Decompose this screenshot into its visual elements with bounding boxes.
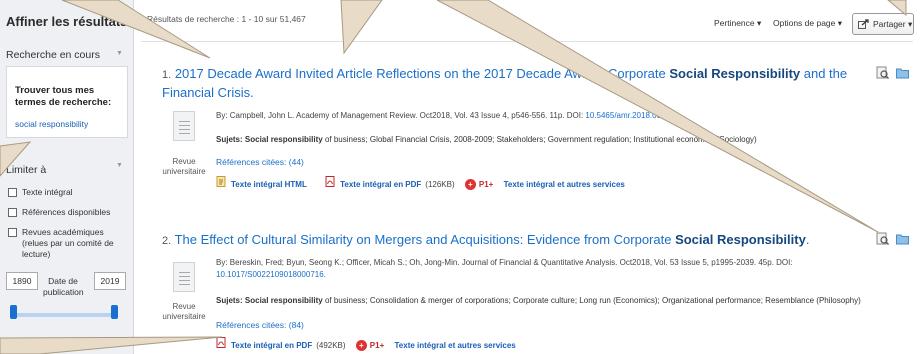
date-slider-min-handle[interactable] bbox=[10, 305, 17, 319]
limit-fulltext-checkbox[interactable] bbox=[8, 188, 17, 197]
sidebar-title: Affiner les résultats bbox=[6, 14, 128, 29]
result-2-doi-link[interactable]: 10.1017/S0022109018000716. bbox=[216, 270, 326, 279]
result-1-subjects-label: Sujets: bbox=[216, 135, 243, 144]
pdf-icon bbox=[325, 176, 335, 187]
result-2-refs-link[interactable]: Références citées: (84) bbox=[216, 320, 304, 330]
current-search-heading[interactable]: Recherche en cours bbox=[6, 49, 100, 61]
result-1-number: 1. bbox=[162, 69, 172, 81]
result-1-refs-link[interactable]: Références citées: (44) bbox=[216, 157, 304, 167]
result-2-title[interactable]: 2. The Effect of Cultural Similarity on … bbox=[162, 231, 857, 250]
result-2-title-pre[interactable]: The Effect of Cultural Similarity on Mer… bbox=[175, 232, 675, 247]
date-to-input[interactable]: 2019 bbox=[94, 272, 126, 290]
limit-peer-reviewed-checkbox[interactable] bbox=[8, 228, 17, 237]
result-2-subjects: Sujets: Social responsibility of busines… bbox=[216, 296, 896, 305]
result-1-title-pre[interactable]: 2017 Decade Award Invited Article Reflec… bbox=[175, 66, 670, 81]
result-2-p1-link[interactable]: P1+ bbox=[370, 341, 384, 350]
results-count: Résultats de recherche : 1 - 10 sur 51,4… bbox=[147, 14, 306, 24]
current-search-box: Trouver tous mes termes de recherche: so… bbox=[6, 66, 128, 138]
result-2-more-services-link[interactable]: Texte intégral et autres services bbox=[395, 341, 516, 350]
result-2-title-post[interactable]: . bbox=[806, 232, 810, 247]
result-1-doc-type: Revue universitaire bbox=[162, 157, 206, 176]
preview-icon[interactable] bbox=[876, 66, 889, 79]
pdf-icon bbox=[216, 337, 226, 348]
result-2-subjects-rest[interactable]: of business; Consolidation & merger of c… bbox=[323, 296, 861, 305]
result-2-links: Texte intégral en PDF (492KB) + P1+ Texte … bbox=[216, 337, 516, 352]
result-1-doi-link[interactable]: 10.5465/amr.2018.0057 bbox=[585, 111, 670, 120]
find-all-terms-label: Trouver tous mes termes de recherche: bbox=[15, 85, 112, 108]
date-slider-max-handle[interactable] bbox=[111, 305, 118, 319]
result-1-subjects-rest[interactable]: of business; Global Financial Crisis, 20… bbox=[323, 135, 757, 144]
document-icon bbox=[173, 262, 195, 292]
result-2-subjects-label: Sujets: bbox=[216, 296, 243, 305]
result-1-subjects-keyword[interactable]: Social responsibility bbox=[245, 135, 323, 144]
result-2-title-keyword[interactable]: Social Responsibility bbox=[675, 232, 806, 247]
search-term-link[interactable]: social responsibility bbox=[15, 119, 88, 129]
limit-heading[interactable]: Limiter à bbox=[6, 164, 46, 176]
folder-icon[interactable] bbox=[896, 232, 909, 245]
result-2-meta: By: Bereskin, Fred; Byun, Seong K.; Offi… bbox=[216, 257, 896, 281]
result-1-title[interactable]: 1. 2017 Decade Award Invited Article Ref… bbox=[162, 65, 857, 101]
limit-references-checkbox[interactable] bbox=[8, 208, 17, 217]
result-1-pdf-size: (126KB) bbox=[425, 180, 455, 190]
share-label: Partager ▾ bbox=[873, 19, 913, 29]
result-1-html-link[interactable]: Texte intégral HTML bbox=[231, 180, 307, 189]
result-1-title-keyword[interactable]: Social Responsibility bbox=[669, 66, 800, 81]
result-1-p1-link[interactable]: P1+ bbox=[479, 180, 493, 189]
result-2-doc-type: Revue universitaire bbox=[162, 302, 206, 321]
result-2-citation: By: Bereskin, Fred; Byun, Seong K.; Offi… bbox=[216, 258, 793, 267]
html-doc-icon bbox=[216, 176, 226, 187]
p1-icon: + bbox=[355, 340, 367, 352]
result-2-subjects-keyword[interactable]: Social responsibility bbox=[245, 296, 323, 305]
folder-icon[interactable] bbox=[896, 66, 909, 79]
result-2-number: 2. bbox=[162, 235, 172, 247]
share-button[interactable]: Partager ▾ bbox=[852, 13, 914, 35]
date-slider-track[interactable] bbox=[12, 313, 116, 317]
preview-icon[interactable] bbox=[876, 232, 889, 245]
result-1-subjects: Sujets: Social responsibility of busines… bbox=[216, 135, 896, 144]
limit-references-label: Références disponibles bbox=[22, 207, 111, 217]
result-1-more-services-link[interactable]: Texte intégral et autres services bbox=[504, 180, 625, 189]
share-icon bbox=[858, 19, 869, 29]
result-1-links: Texte intégral HTML Texte intégral en PD… bbox=[216, 176, 625, 191]
result-1-meta: By: Campbell, John L. Academy of Managem… bbox=[216, 110, 896, 122]
result-2-pdf-size: (492KB) bbox=[316, 341, 346, 351]
result-2-pdf-link[interactable]: Texte intégral en PDF bbox=[231, 341, 312, 350]
refine-sidebar: Affiner les résultats Recherche en cours… bbox=[0, 0, 134, 354]
show-more-link[interactable]: Afficher plus bbox=[8, 338, 57, 348]
limit-fulltext-label: Texte intégral bbox=[22, 187, 73, 197]
p1-icon: + bbox=[464, 179, 476, 191]
sort-dropdown[interactable]: Pertinence ▾ bbox=[714, 18, 761, 29]
date-label: Date de publication bbox=[43, 276, 84, 297]
toolbar-divider bbox=[141, 41, 913, 42]
chevron-down-icon[interactable]: ▼ bbox=[116, 162, 123, 169]
chevron-down-icon[interactable]: ▼ bbox=[116, 50, 123, 57]
page-options-dropdown[interactable]: Options de page ▾ bbox=[773, 18, 842, 29]
date-from-input[interactable]: 1890 bbox=[6, 272, 38, 290]
result-1-citation: By: Campbell, John L. Academy of Managem… bbox=[216, 111, 584, 120]
result-1-pdf-link[interactable]: Texte intégral en PDF bbox=[340, 180, 421, 189]
callout-pointer bbox=[340, 0, 383, 55]
document-icon bbox=[173, 111, 195, 141]
limit-peer-reviewed-label: Revues académiques (relues par un comité… bbox=[22, 227, 114, 259]
